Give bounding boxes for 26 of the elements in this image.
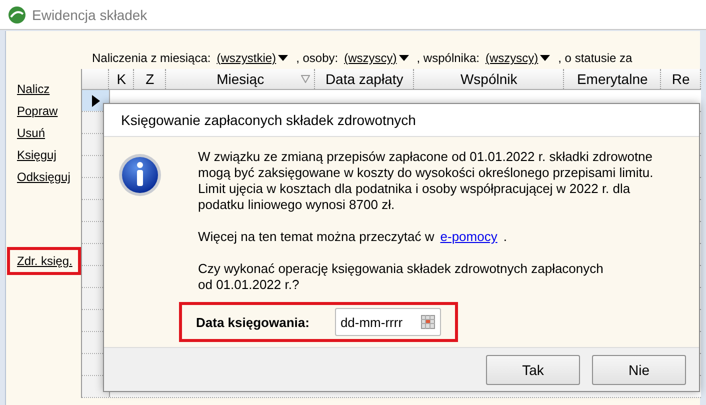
question-text: Czy wykonać operację księgowania składek zdrowotnych zapłaconych od 01.01.2022 r.? [198, 261, 604, 293]
column-header[interactable]: Data zapłaty [315, 69, 414, 89]
column-header[interactable]: Re [661, 69, 702, 89]
filter-dropdown[interactable]: (wszystkie) [216, 51, 288, 65]
help-link[interactable]: e-pomocy [440, 229, 498, 245]
sidebar-link[interactable]: Zdr. księg. [7, 247, 82, 275]
filter-label: Naliczenia z miesiąca: [92, 51, 211, 65]
dialog-title: Księgowanie zapłaconych składek zdrowotnych [104, 104, 699, 136]
filter-label: , osoby: [296, 51, 338, 65]
column-header[interactable]: Emerytalne [564, 69, 662, 89]
filter-label: , wspólnika: [416, 51, 480, 65]
column-header[interactable]: Wspólnik [414, 69, 564, 89]
column-header[interactable]: K [109, 69, 134, 89]
column-header[interactable]: Z [134, 69, 166, 89]
more-info-text: Więcej na ten temat można przeczytać w [198, 229, 434, 245]
column-header[interactable]: Miesiąc [166, 69, 316, 89]
filter-dropdown[interactable]: (wszyscy) [344, 51, 409, 65]
window-title: Ewidencja składek [32, 6, 148, 22]
filter-label: , o statusie za [558, 51, 632, 65]
date-field[interactable]: dd-mm-rrrr [335, 308, 442, 336]
message-text: W związku ze zmianą przepisów zapłacone od 01.01.2022 r. składki zdrowotne mogą być zaksięgowane w koszty do wysokości określonego przepisami limitu. Limit ujęcia w kosztach dla podatnika i osoby współpracującej w 2022 r. dla podatku liniowego wynosi 8700 zł. [198, 149, 654, 213]
date-label: Data księgowania: [196, 314, 310, 330]
more-info-suffix: . [503, 229, 507, 245]
dialog-button[interactable]: Tak [486, 354, 580, 384]
dialog-button[interactable]: Nie [592, 354, 686, 384]
filter-dropdown[interactable]: (wszyscy) [485, 51, 550, 65]
